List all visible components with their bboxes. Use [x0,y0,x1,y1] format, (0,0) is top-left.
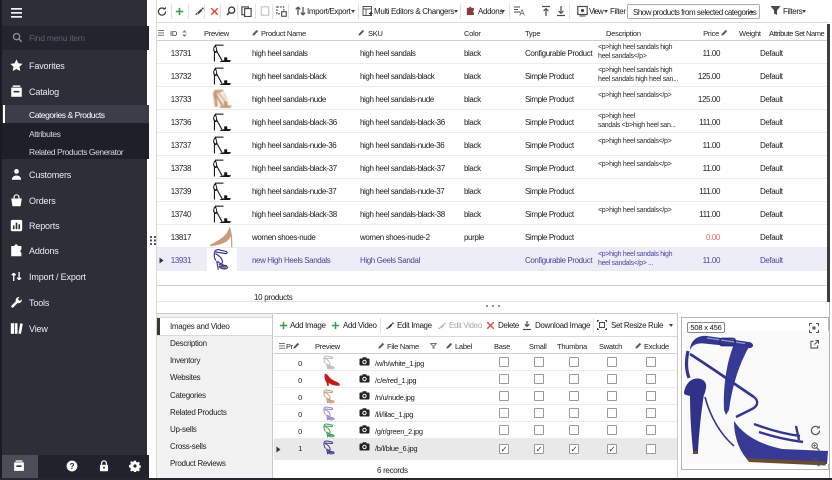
svg-text:?: ? [70,462,75,471]
svg-text:A: A [519,9,525,18]
